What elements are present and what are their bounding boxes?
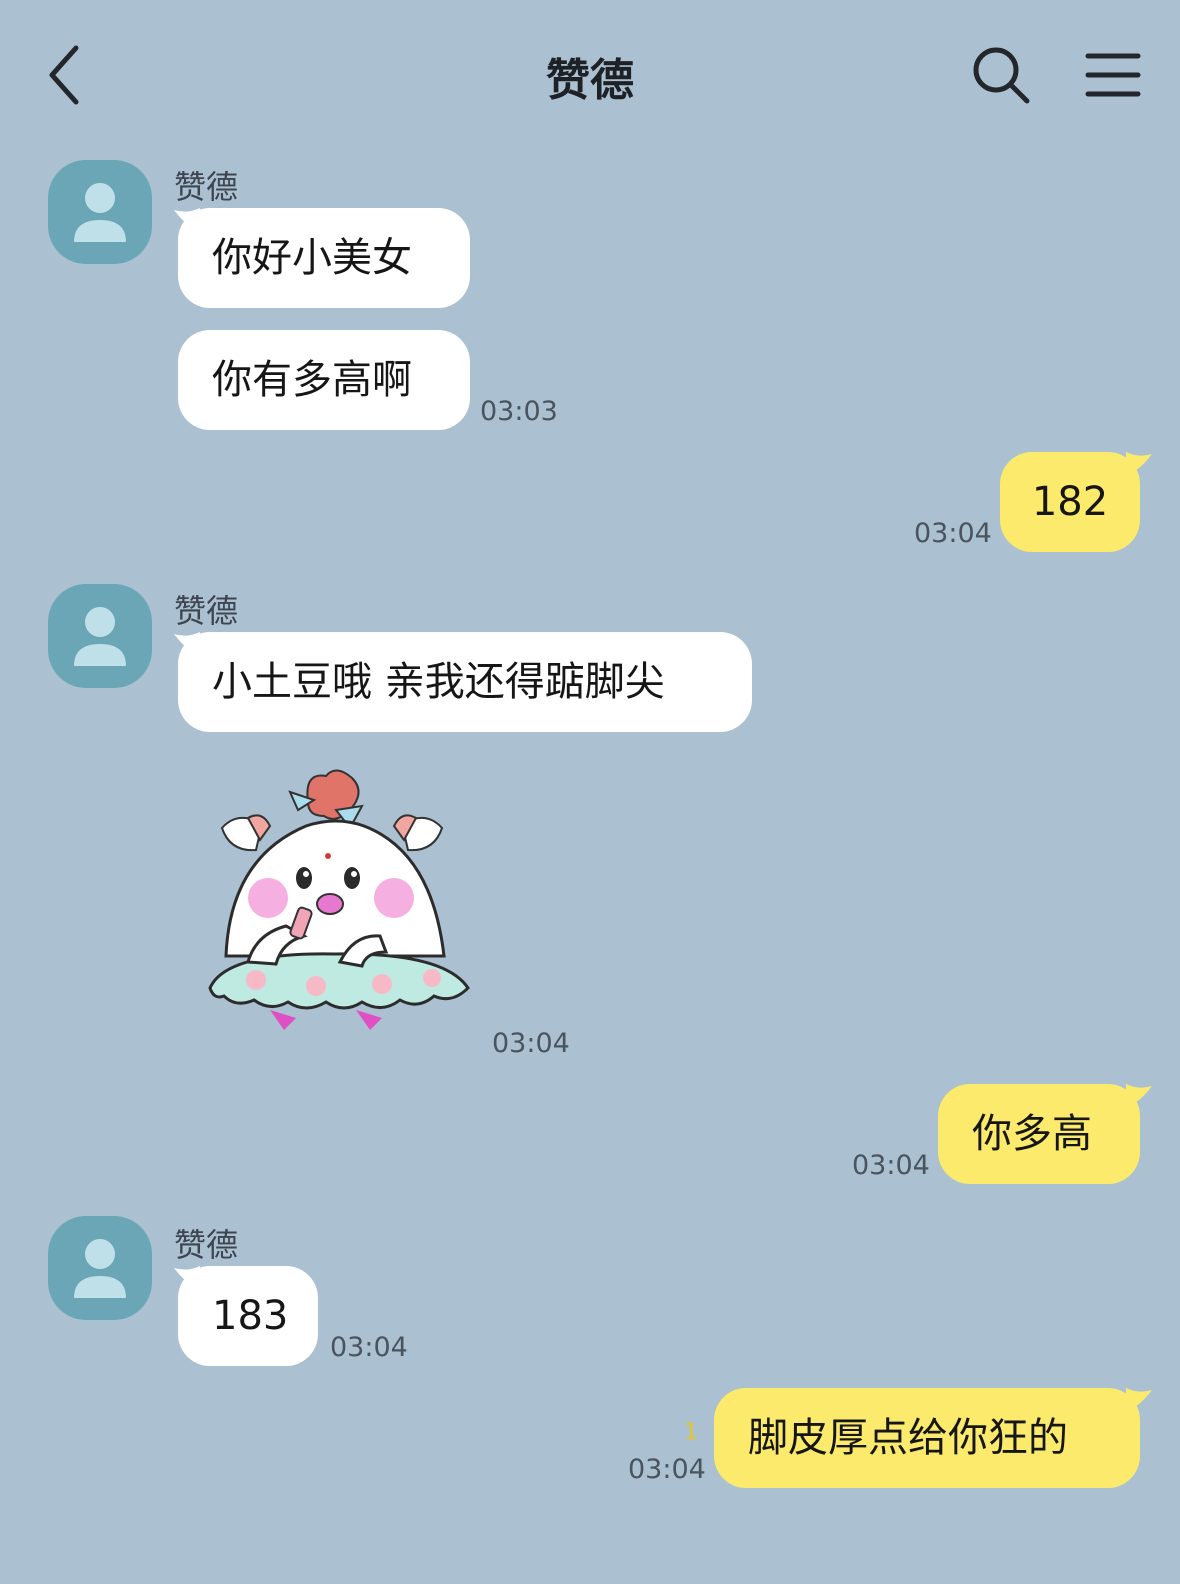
bubble-tail bbox=[1126, 1084, 1152, 1108]
bubble-tail bbox=[1126, 452, 1152, 476]
chick-lipstick-sticker[interactable] bbox=[186, 766, 482, 1040]
sender-name: 赞德 bbox=[174, 168, 239, 206]
person-icon bbox=[74, 183, 126, 242]
message-bubble[interactable]: 你好小美女 bbox=[178, 208, 470, 308]
message-bubble[interactable]: 小土豆哦 亲我还得踮脚尖 bbox=[178, 632, 752, 732]
avatar[interactable] bbox=[48, 1216, 152, 1320]
message-time: 03:04 bbox=[628, 1454, 706, 1485]
message-time: 03:04 bbox=[852, 1150, 930, 1181]
message-bubble[interactable]: 你有多高啊 bbox=[178, 330, 470, 430]
search-icon bbox=[973, 47, 1030, 104]
avatar[interactable] bbox=[48, 584, 152, 688]
message-time: 03:04 bbox=[330, 1332, 408, 1363]
person-icon bbox=[74, 607, 126, 666]
message-time: 03:04 bbox=[492, 1028, 570, 1059]
sender-name: 赞德 bbox=[174, 1226, 239, 1264]
menu-button[interactable] bbox=[1084, 48, 1144, 104]
message-bubble[interactable]: 你多高 bbox=[938, 1084, 1140, 1184]
message-time: 03:04 bbox=[914, 518, 992, 549]
bubble-tail bbox=[1126, 1388, 1152, 1412]
menu-icon bbox=[1085, 53, 1141, 97]
sender-name: 赞德 bbox=[174, 592, 239, 630]
message-bubble[interactable]: 182 bbox=[1000, 452, 1140, 552]
message-time: 03:03 bbox=[480, 396, 558, 427]
message-bubble[interactable]: 183 bbox=[178, 1266, 318, 1366]
message-bubble[interactable]: 脚皮厚点给你狂的 bbox=[714, 1388, 1140, 1488]
search-button[interactable] bbox=[972, 46, 1032, 106]
unread-count: 1 bbox=[684, 1420, 698, 1445]
avatar[interactable] bbox=[48, 160, 152, 264]
person-icon bbox=[74, 1239, 126, 1298]
chat-header: 赞德 bbox=[0, 0, 1180, 150]
